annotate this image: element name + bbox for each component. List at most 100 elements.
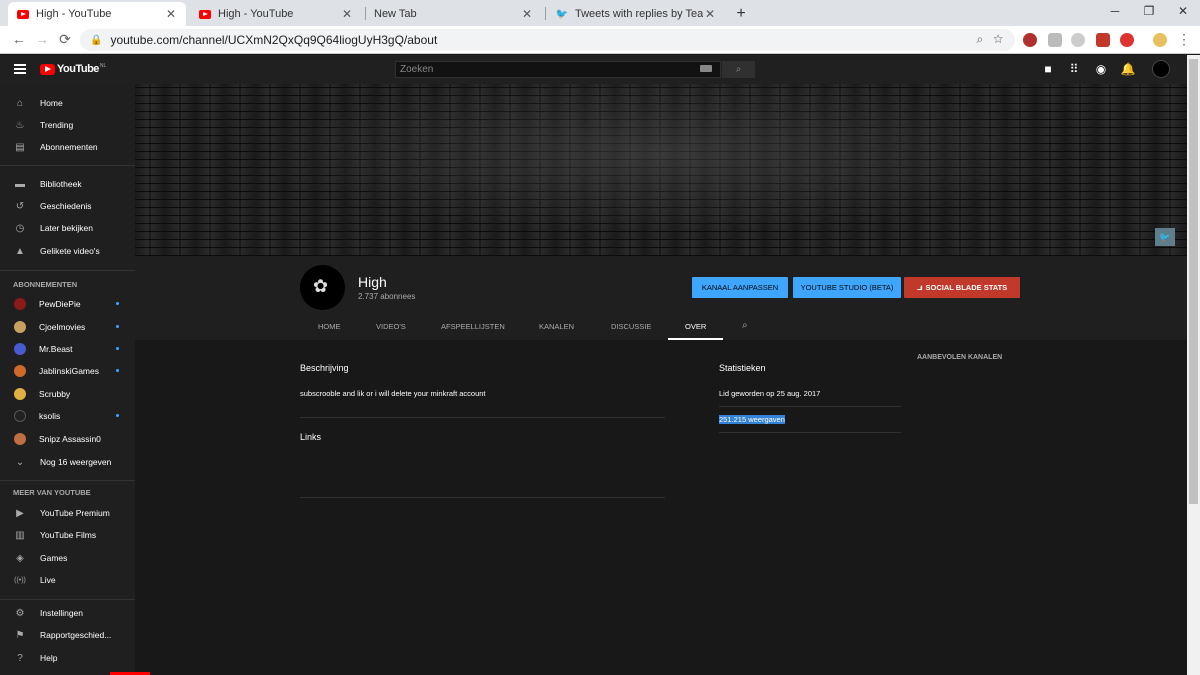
sidebar-item-label: Snipz Assassin0 — [39, 434, 101, 444]
tab-videos[interactable]: VIDEO'S — [376, 322, 406, 331]
sidebar-divider — [0, 270, 135, 271]
divider — [719, 406, 901, 407]
youtube-studio-button[interactable]: YOUTUBE STUDIO (BETA) — [793, 277, 901, 298]
channel-name: High — [358, 274, 387, 290]
keyboard-icon[interactable] — [700, 65, 712, 72]
close-icon[interactable]: ✕ — [520, 7, 534, 21]
page-scrollbar[interactable] — [1187, 55, 1200, 675]
statistics-title: Statistieken — [719, 363, 766, 373]
sidebar-item-report-history[interactable]: ⚑ Rapportgeschied... — [0, 624, 135, 646]
search-input[interactable]: Zoeken — [395, 61, 721, 78]
youtube-logo[interactable]: YouTube NL — [40, 63, 106, 75]
close-icon[interactable]: ✕ — [340, 7, 354, 21]
star-icon[interactable]: ☆ — [993, 32, 1003, 46]
sidebar-item-library[interactable]: ▬ Bibliotheek — [0, 173, 135, 195]
sidebar-item-history[interactable]: ↺ Geschiedenis — [0, 195, 135, 217]
extension-icon[interactable] — [1071, 33, 1085, 47]
close-icon[interactable]: ✕ — [164, 7, 178, 21]
video-camera-icon[interactable]: ■ — [1040, 62, 1056, 76]
tab-home[interactable]: HOME — [318, 322, 341, 331]
flag-icon: ⚑ — [15, 629, 25, 641]
sidebar-item-subscription[interactable]: PewDiePie — [0, 293, 135, 315]
channel-banner — [135, 84, 1187, 256]
sidebar-item-label: Abonnementen — [40, 142, 98, 152]
about-content — [135, 340, 1187, 675]
minimize-button[interactable]: ─ — [1100, 4, 1130, 18]
channel-avatar — [14, 433, 26, 445]
youtube-icon — [198, 7, 212, 21]
browser-tab[interactable]: New Tab ✕ — [366, 2, 542, 26]
tab-playlists[interactable]: AFSPEELLIJSTEN — [441, 322, 505, 331]
extension-icon[interactable] — [1096, 33, 1110, 47]
bell-icon[interactable]: 🔔 — [1120, 62, 1136, 76]
show-more-button[interactable]: ⌄ Nog 16 weergeven — [0, 451, 135, 473]
extension-icon[interactable] — [1120, 33, 1134, 47]
new-tab-button[interactable]: + — [731, 4, 751, 24]
sidebar-item-subscription[interactable]: Snipz Assassin0 — [0, 428, 135, 450]
reload-button[interactable]: ⟳ — [56, 31, 74, 48]
channel-avatar — [14, 410, 26, 422]
sidebar-item-watch-later[interactable]: ◷ Later bekijken — [0, 217, 135, 239]
sidebar: ⌂ Home ♨ Trending ▤ Abonnementen ▬ Bibli… — [0, 84, 135, 675]
sidebar-item-subscription[interactable]: ksolis — [0, 405, 135, 427]
sidebar-item-subscription[interactable]: JablinskiGames — [0, 360, 135, 382]
gear-icon: ⚙ — [15, 607, 25, 619]
extension-icon[interactable] — [1048, 33, 1062, 47]
sidebar-item-help[interactable]: ? Help — [0, 647, 135, 669]
messages-icon[interactable]: ◉ — [1093, 62, 1109, 76]
sidebar-item-games[interactable]: ◈ Games — [0, 547, 135, 569]
scrollbar-thumb[interactable] — [1189, 59, 1198, 504]
tab-title: New Tab — [374, 8, 417, 20]
divider — [719, 432, 901, 433]
restore-button[interactable]: ❐ — [1134, 4, 1164, 18]
tab-discussion[interactable]: DISCUSSIE — [611, 322, 651, 331]
avatar[interactable] — [1152, 60, 1170, 78]
search-button[interactable]: ⌕ — [722, 61, 755, 78]
region-label: NL — [99, 63, 107, 69]
sidebar-item-subscription[interactable]: Mr.Beast — [0, 338, 135, 360]
lock-icon: 🔒 — [90, 34, 103, 46]
address-bar[interactable]: 🔒 youtube.com/channel/UCXmN2QxQq9Q64liog… — [80, 29, 1015, 51]
search-icon[interactable]: ⌕ — [976, 32, 983, 46]
browser-tab[interactable]: High - YouTube ✕ — [190, 2, 362, 26]
sidebar-item-subscriptions[interactable]: ▤ Abonnementen — [0, 136, 135, 158]
sidebar-item-label: Cjoelmovies — [39, 322, 86, 332]
youtube-masthead: YouTube NL Zoeken ⌕ ■ ⠿ ◉ 🔔 — [0, 55, 1187, 84]
sidebar-item-liked-videos[interactable]: ▲ Gelikete video's — [0, 240, 135, 262]
flame-icon: ♨ — [15, 119, 25, 131]
sidebar-item-youtube-premium[interactable]: ▶ YouTube Premium — [0, 502, 135, 524]
sidebar-item-label: Nog 16 weergeven — [40, 457, 112, 467]
divider — [300, 497, 665, 498]
sidebar-item-live[interactable]: ((•)) Live — [0, 569, 135, 591]
twitter-link-icon[interactable]: 🐦 — [1155, 228, 1175, 246]
window-close-button[interactable]: ✕ — [1168, 4, 1198, 18]
social-blade-stats-button[interactable]: .....ıl SOCIAL BLADE STATS — [904, 277, 1020, 298]
sidebar-item-settings[interactable]: ⚙ Instellingen — [0, 602, 135, 624]
apps-icon[interactable]: ⠿ — [1066, 62, 1082, 76]
browser-tab[interactable]: 🐦 Tweets with replies by TeamYouT ✕ — [547, 2, 725, 26]
extension-icon[interactable] — [1153, 33, 1167, 47]
sidebar-item-subscription[interactable]: Cjoelmovies — [0, 316, 135, 338]
tab-about[interactable]: OVER — [685, 322, 706, 331]
customize-channel-button[interactable]: KANAAL AANPASSEN — [692, 277, 788, 298]
forward-button[interactable]: → — [33, 31, 51, 47]
search-icon[interactable]: ⌕ — [742, 320, 748, 331]
menu-icon[interactable]: ⋮ — [1175, 31, 1193, 48]
sidebar-item-youtube-films[interactable]: ▥ YouTube Films — [0, 524, 135, 546]
sidebar-item-label: Mr.Beast — [39, 344, 73, 354]
back-button[interactable]: ← — [10, 31, 28, 47]
sidebar-item-label: Scrubby — [39, 389, 71, 399]
extension-icon[interactable] — [1023, 33, 1037, 47]
sidebar-item-home[interactable]: ⌂ Home — [0, 92, 135, 114]
browser-tab[interactable]: High - YouTube ✕ — [8, 2, 186, 26]
browser-tab-strip: High - YouTube ✕ High - YouTube ✕ New Ta… — [0, 0, 1200, 26]
hamburger-menu-icon[interactable] — [14, 64, 26, 74]
new-content-dot — [116, 414, 119, 417]
sidebar-item-trending[interactable]: ♨ Trending — [0, 114, 135, 136]
sidebar-item-label: Games — [40, 553, 68, 563]
channel-avatar[interactable]: ✿ — [300, 265, 345, 310]
sidebar-item-subscription[interactable]: Scrubby — [0, 383, 135, 405]
close-icon[interactable]: ✕ — [703, 7, 717, 21]
sidebar-item-label: YouTube Premium — [40, 508, 110, 518]
tab-channels[interactable]: KANALEN — [539, 322, 574, 331]
